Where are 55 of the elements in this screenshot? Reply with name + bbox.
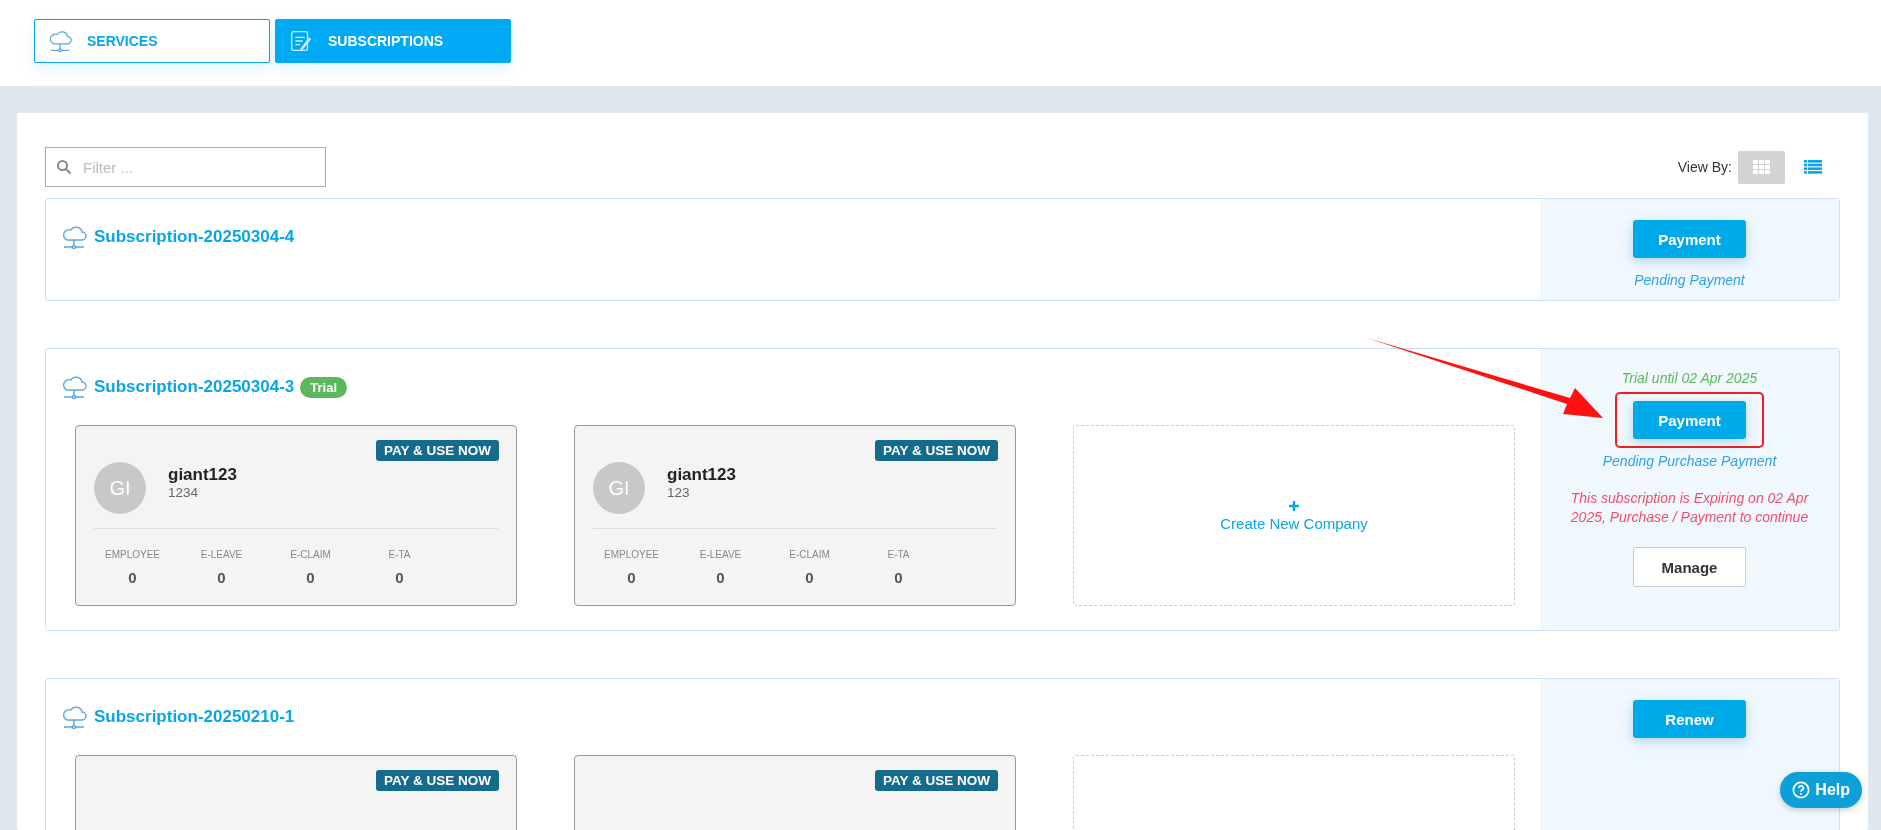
nav-tab[interactable]: SERVICES	[34, 19, 270, 63]
company-name: giant123	[168, 464, 237, 485]
view-by-label: View By:	[1677, 159, 1732, 175]
primary-button[interactable]: Payment	[1633, 220, 1746, 258]
company-card[interactable]: PAY & USE NOW	[75, 755, 517, 830]
pay-and-use-badge[interactable]: PAY & USE NOW	[874, 770, 998, 791]
help-icon	[1792, 781, 1811, 799]
stat-value: 0	[805, 569, 814, 586]
help-button[interactable]: Help	[1780, 772, 1862, 808]
subscription-name[interactable]: Subscription-20250210-1	[94, 707, 295, 727]
company-code: 123	[667, 484, 691, 500]
pay-and-use-badge[interactable]: PAY & USE NOW	[375, 440, 499, 461]
stat-label: E-CLAIM	[290, 549, 331, 560]
plus-icon	[1288, 499, 1300, 512]
document-edit-icon	[288, 28, 314, 54]
nav-tab[interactable]: SUBSCRIPTIONS	[275, 19, 511, 63]
trial-badge: Trial	[300, 376, 348, 398]
pay-and-use-badge[interactable]: PAY & USE NOW	[375, 770, 499, 791]
primary-button[interactable]: Renew	[1633, 700, 1746, 738]
stat-label: E-CLAIM	[789, 549, 830, 560]
company-name: giant123	[667, 464, 736, 485]
company-card[interactable]: PAY & USE NOW	[574, 755, 1016, 830]
company-code: 1234	[168, 484, 200, 500]
cloud-network-icon	[60, 373, 88, 401]
pay-and-use-badge[interactable]: PAY & USE NOW	[874, 440, 998, 461]
cloud-network-icon	[47, 28, 73, 54]
stat-value: 0	[128, 569, 137, 586]
stat-value: 0	[716, 569, 725, 586]
subscription-name[interactable]: Subscription-20250304-3	[94, 377, 295, 397]
expiry-warning: This subscription is Expiring on 02 Apr 2025, Purchase / Payment to continue	[1569, 489, 1810, 527]
trial-note: Trial until 02 Apr 2025	[1621, 370, 1758, 386]
grid-icon	[1752, 160, 1771, 174]
payment-status: Pending Payment	[1634, 272, 1745, 288]
search-icon	[56, 159, 72, 175]
create-company-card[interactable]: Create New Company	[1073, 425, 1515, 606]
stat-label: EMPLOYEE	[105, 549, 160, 560]
cloud-network-icon	[60, 223, 88, 251]
primary-button[interactable]: Payment	[1633, 401, 1746, 439]
stat-value: 0	[395, 569, 404, 586]
stat-label: EMPLOYEE	[604, 549, 659, 560]
manage-button[interactable]: Manage	[1633, 547, 1746, 587]
stat-value: 0	[627, 569, 636, 586]
grid-view-button[interactable]	[1738, 150, 1785, 184]
stat-label: E-TA	[887, 549, 910, 560]
stat-label: E-LEAVE	[200, 549, 243, 560]
list-icon	[1803, 160, 1822, 174]
payment-status: Pending Purchase Payment	[1602, 453, 1777, 469]
stat-value: 0	[894, 569, 903, 586]
stat-value: 0	[217, 569, 226, 586]
subscription-name[interactable]: Subscription-20250304-4	[94, 227, 295, 247]
cloud-network-icon	[60, 703, 88, 731]
stat-label: E-LEAVE	[699, 549, 742, 560]
stat-label: E-TA	[388, 549, 411, 560]
filter-field[interactable]: Filter ...	[45, 147, 326, 187]
stat-value: 0	[306, 569, 315, 586]
